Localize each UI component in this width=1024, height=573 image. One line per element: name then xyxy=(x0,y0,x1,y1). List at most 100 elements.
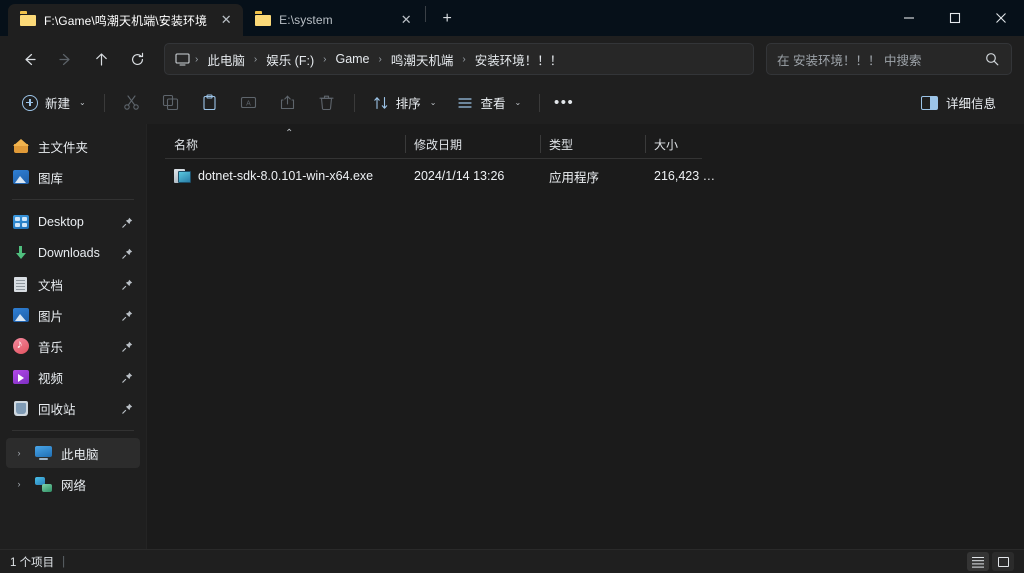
large-icons-view-icon xyxy=(997,556,1009,567)
sidebar-item-home[interactable]: 主文件夹 xyxy=(6,131,140,161)
minimize-button[interactable] xyxy=(886,0,932,36)
paste-button[interactable] xyxy=(191,88,229,118)
sidebar-item-videos[interactable]: 视频 xyxy=(6,362,140,392)
column-header-label: 修改日期 xyxy=(414,137,463,152)
sidebar-item-label: 此电脑 xyxy=(61,447,99,462)
tab-divider xyxy=(425,6,427,22)
breadcrumb-item-4[interactable]: 安装环境！！！ xyxy=(468,47,570,72)
column-header-size[interactable]: 大小 xyxy=(645,130,720,158)
status-separator: | xyxy=(62,555,66,568)
tab-0[interactable]: F:\Game\鸣潮天机端\安装环境 ✕ xyxy=(8,4,244,36)
tab-close-button[interactable]: ✕ xyxy=(215,9,237,31)
breadcrumb[interactable]: › 此电脑 › 娱乐 (F:) › Game › 鸣潮天机端 › 安装环境！！！ xyxy=(164,43,754,75)
address-bar: › 此电脑 › 娱乐 (F:) › Game › 鸣潮天机端 › 安装环境！！！… xyxy=(0,36,1024,82)
column-header-name[interactable]: 名称 ⌃ xyxy=(165,128,405,158)
file-size-cell: 216,423 KB xyxy=(654,169,720,183)
pin-icon[interactable] xyxy=(120,310,134,321)
sidebar-item-documents[interactable]: 文档 xyxy=(6,269,140,299)
file-date-cell: 2024/1/14 13:26 xyxy=(414,169,505,183)
tab-title: F:\Game\鸣潮天机端\安装环境 xyxy=(44,13,208,28)
status-bar: 1 个项目 | xyxy=(0,549,1024,573)
up-button[interactable] xyxy=(84,43,118,75)
sidebar-item-gallery[interactable]: 图库 xyxy=(6,162,140,192)
command-bar: 新建 ⌄ A 排序 ⌄ 查看 ⌄ ••• 详细信息 xyxy=(0,82,1024,124)
back-button[interactable] xyxy=(12,43,46,75)
sidebar-item-recycle-bin[interactable]: 回收站 xyxy=(6,393,140,423)
svg-text:A: A xyxy=(246,101,251,108)
exe-installer-icon xyxy=(174,168,191,184)
new-tab-button[interactable]: + xyxy=(432,4,462,34)
pin-icon[interactable] xyxy=(120,248,134,259)
view-button[interactable]: 查看 ⌄ xyxy=(447,88,531,118)
pin-icon[interactable] xyxy=(120,372,134,383)
tab-strip: F:\Game\鸣潮天机端\安装环境 ✕ E:\system ✕ + xyxy=(0,0,462,36)
file-name-cell: dotnet-sdk-8.0.101-win-x64.exe xyxy=(165,168,405,184)
more-options-button[interactable]: ••• xyxy=(548,88,580,118)
sidebar-item-this-pc[interactable]: › 此电脑 xyxy=(6,438,140,468)
column-header-underline xyxy=(165,158,702,159)
chevron-right-icon[interactable]: › xyxy=(12,448,26,458)
pin-icon[interactable] xyxy=(120,341,134,352)
home-icon xyxy=(12,138,29,155)
sidebar-item-music[interactable]: 音乐 xyxy=(6,331,140,361)
search-icon[interactable] xyxy=(985,52,1001,66)
search-input[interactable]: 在 安装环境！！！ 中搜索 xyxy=(766,43,1012,75)
details-view-button[interactable] xyxy=(967,552,989,571)
tab-close-button[interactable]: ✕ xyxy=(395,9,417,31)
copy-button[interactable] xyxy=(152,88,190,118)
sidebar-item-desktop[interactable]: Desktop xyxy=(6,207,140,237)
refresh-button[interactable] xyxy=(120,43,154,75)
plus-icon xyxy=(22,94,38,111)
details-pane-button[interactable]: 详细信息 xyxy=(911,88,1006,118)
maximize-button[interactable] xyxy=(932,0,978,36)
pin-icon[interactable] xyxy=(120,279,134,290)
pin-icon[interactable] xyxy=(120,217,134,228)
share-button[interactable] xyxy=(269,88,307,118)
column-header-date[interactable]: 修改日期 xyxy=(405,130,540,158)
column-headers: 名称 ⌃ 修改日期 类型 大小 xyxy=(147,128,1024,158)
breadcrumb-item-3[interactable]: 鸣潮天机端 xyxy=(384,47,461,72)
breadcrumb-separator: › xyxy=(195,53,199,65)
column-header-type[interactable]: 类型 xyxy=(540,130,645,158)
large-icons-view-button[interactable] xyxy=(992,552,1014,571)
folder-icon xyxy=(20,13,36,27)
sort-icon xyxy=(373,95,389,111)
sidebar-item-downloads[interactable]: Downloads xyxy=(6,238,140,268)
sort-button[interactable]: 排序 ⌄ xyxy=(363,88,447,118)
delete-button[interactable] xyxy=(308,88,346,118)
sidebar-item-network[interactable]: › 网络 xyxy=(6,469,140,499)
status-left: 1 个项目 | xyxy=(10,554,65,570)
breadcrumb-separator: › xyxy=(253,53,258,65)
file-list-pane: 名称 ⌃ 修改日期 类型 大小 dotnet-sdk-8.0.101-win-x… xyxy=(147,124,1024,549)
chevron-down-icon: ⌄ xyxy=(79,98,86,107)
breadcrumb-item-1[interactable]: 娱乐 (F:) xyxy=(259,47,321,72)
sidebar-item-label: Downloads xyxy=(38,246,100,260)
view-icon xyxy=(457,95,473,111)
sidebar-item-label: Desktop xyxy=(38,215,84,229)
toolbar-divider xyxy=(539,93,541,112)
toolbar-divider xyxy=(103,93,105,112)
breadcrumb-item-2[interactable]: Game xyxy=(328,49,376,69)
close-button[interactable] xyxy=(978,0,1024,36)
breadcrumb-separator: › xyxy=(462,53,466,65)
sidebar-item-pictures[interactable]: 图片 xyxy=(6,300,140,330)
file-name: dotnet-sdk-8.0.101-win-x64.exe xyxy=(198,169,374,183)
sidebar-divider xyxy=(12,199,134,200)
view-toggle-group xyxy=(967,552,1014,571)
table-row[interactable]: dotnet-sdk-8.0.101-win-x64.exe 2024/1/14… xyxy=(155,163,719,189)
sort-ascending-icon: ⌃ xyxy=(285,128,294,139)
navigation-pane: 主文件夹 图库 Desktop Downloads 文档 图片 ♪ 音乐 视频 … xyxy=(0,124,147,549)
breadcrumb-item-0[interactable]: 此电脑 xyxy=(200,47,252,72)
view-label: 查看 xyxy=(480,97,506,111)
window-controls xyxy=(886,0,1024,36)
sidebar-item-label: 文档 xyxy=(38,278,64,293)
tab-1[interactable]: E:\system ✕ xyxy=(243,4,423,36)
sidebar-divider xyxy=(12,430,134,431)
cut-button[interactable] xyxy=(113,88,151,118)
forward-button[interactable] xyxy=(48,43,82,75)
desktop-icon xyxy=(12,214,29,231)
rename-button[interactable]: A xyxy=(230,88,268,118)
new-button[interactable]: 新建 ⌄ xyxy=(12,88,96,118)
chevron-right-icon[interactable]: › xyxy=(12,479,26,489)
pin-icon[interactable] xyxy=(120,403,134,414)
